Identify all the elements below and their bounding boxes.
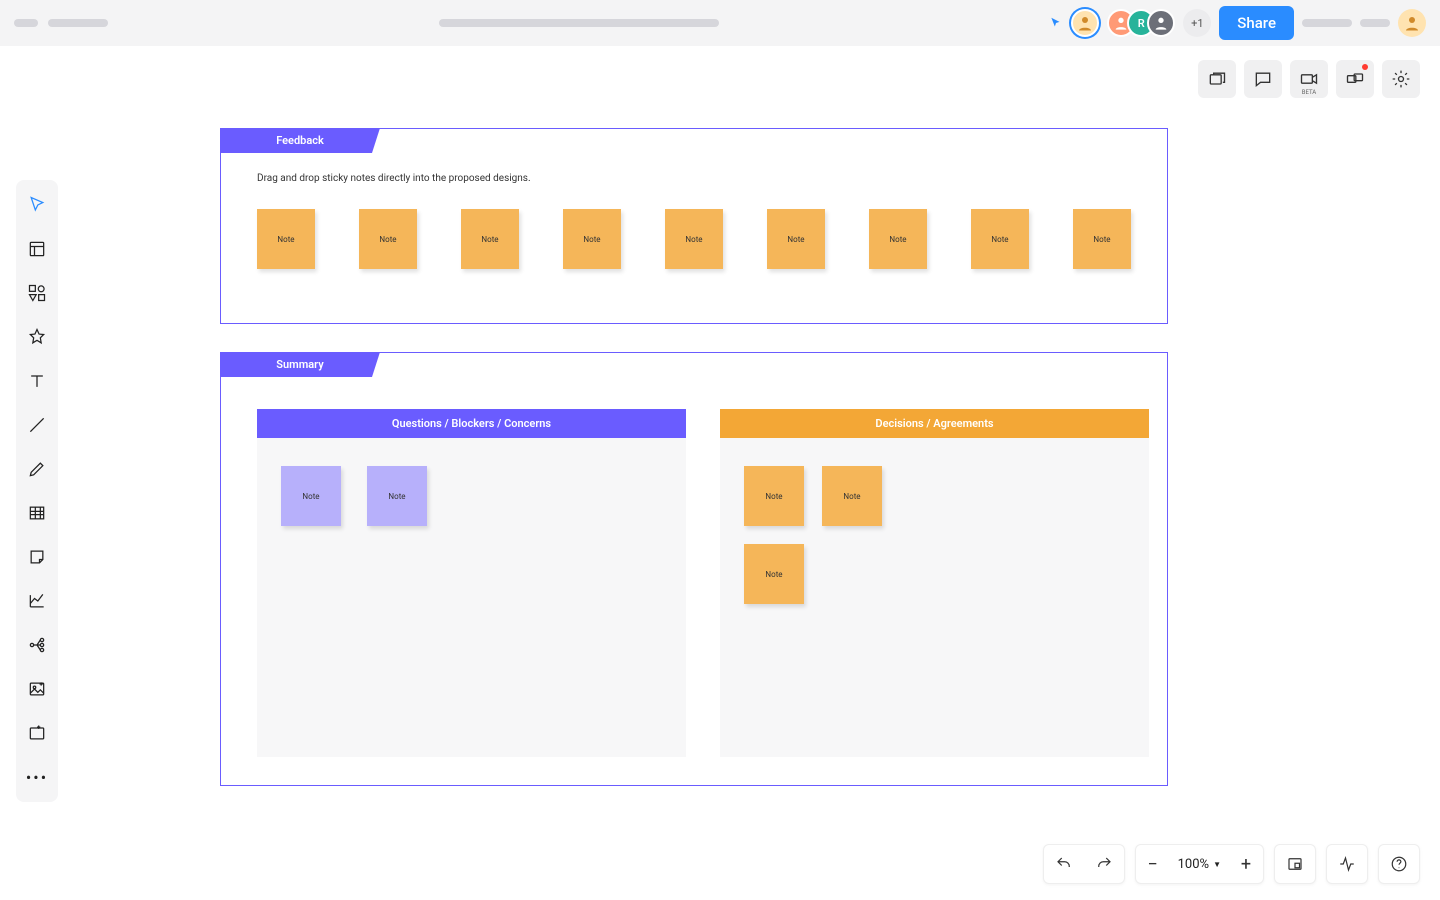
sticky-note[interactable]: Note [281,466,341,526]
account-avatar[interactable] [1398,9,1426,37]
sticky-note[interactable]: Note [822,466,882,526]
zoom-out-button[interactable]: − [1136,844,1170,884]
sticky-note[interactable]: Note [257,209,315,269]
zoom-group: − 100% ▼ + [1135,844,1264,884]
activity-group [1326,844,1368,884]
summary-col-questions-body[interactable]: Note Note [257,438,686,757]
top-bar-right: R +1 Share [1049,6,1426,40]
sticky-note[interactable]: Note [665,209,723,269]
board-name-placeholder[interactable] [439,19,719,27]
title-placeholder[interactable] [48,19,108,27]
redo-button[interactable] [1084,844,1124,884]
summary-col-decisions-body[interactable]: Note Note Note [720,438,1149,757]
zoom-in-button[interactable]: + [1229,844,1263,884]
top-bar-skeleton-1[interactable] [1302,19,1352,27]
map-group [1274,844,1316,884]
sticky-note[interactable]: Note [367,466,427,526]
feedback-instruction: Drag and drop sticky notes directly into… [257,173,531,184]
frame-feedback-tab[interactable]: Feedback [220,128,380,153]
help-button[interactable] [1379,844,1419,884]
presence-more-count[interactable]: +1 [1183,9,1211,37]
sticky-note[interactable]: Note [744,544,804,604]
frame-summary-tab[interactable]: Summary [220,352,380,377]
decisions-note-wrap: Note Note Note [744,466,944,604]
menu-placeholder[interactable] [14,19,38,27]
questions-note-wrap: Note Note [281,466,662,526]
frame-feedback[interactable]: Feedback Drag and drop sticky notes dire… [220,128,1168,324]
top-bar-center [122,19,1035,27]
bottom-bar: − 100% ▼ + [1043,844,1420,884]
summary-col-decisions: Decisions / Agreements Note Note Note [720,409,1149,757]
sticky-note[interactable]: Note [744,466,804,526]
zoom-level-value: 100% [1178,857,1209,872]
presence-avatar-stack: R [1107,9,1175,37]
summary-columns: Questions / Blockers / Concerns Note Not… [257,409,1149,757]
sticky-note[interactable]: Note [869,209,927,269]
summary-col-decisions-header: Decisions / Agreements [720,409,1149,438]
presence-avatar-3[interactable] [1147,9,1175,37]
presence-avatar-self[interactable] [1071,9,1099,37]
sticky-note[interactable]: Note [971,209,1029,269]
history-group [1043,844,1125,884]
top-bar: R +1 Share [0,0,1440,46]
canvas[interactable]: Feedback Drag and drop sticky notes dire… [0,46,1440,900]
presence-cursor-icon [1049,15,1063,34]
sticky-note[interactable]: Note [461,209,519,269]
sticky-note[interactable]: Note [767,209,825,269]
undo-button[interactable] [1044,844,1084,884]
sticky-note[interactable]: Note [563,209,621,269]
feedback-note-row: Note Note Note Note Note Note Note Note … [257,209,1131,269]
zoom-level[interactable]: 100% ▼ [1174,857,1225,872]
activity-button[interactable] [1327,844,1367,884]
sticky-note[interactable]: Note [359,209,417,269]
minimap-button[interactable] [1275,844,1315,884]
top-bar-left [14,19,108,27]
frame-summary[interactable]: Summary Questions / Blockers / Concerns … [220,352,1168,786]
sticky-note[interactable]: Note [1073,209,1131,269]
help-group [1378,844,1420,884]
top-bar-skeleton-2[interactable] [1360,19,1390,27]
summary-col-questions: Questions / Blockers / Concerns Note Not… [257,409,686,757]
share-button[interactable]: Share [1219,6,1294,40]
chevron-down-icon: ▼ [1213,860,1221,869]
summary-col-questions-header: Questions / Blockers / Concerns [257,409,686,438]
